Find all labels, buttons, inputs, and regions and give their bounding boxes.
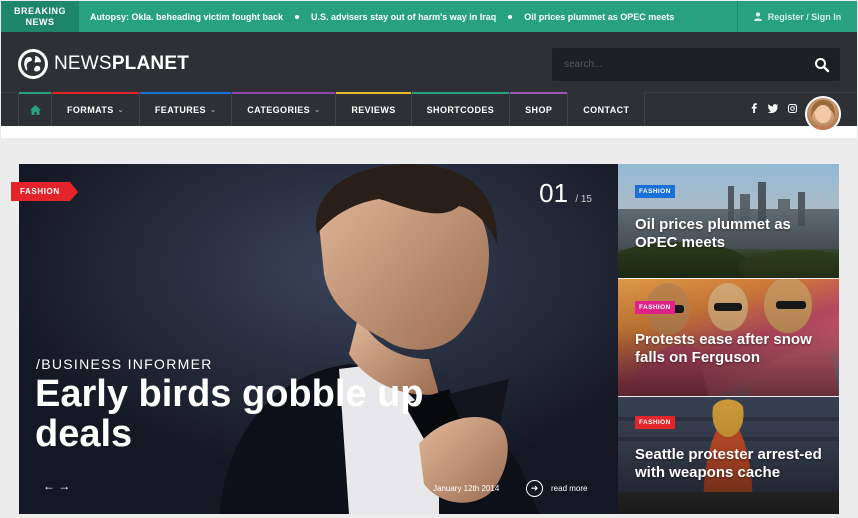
breaking-news-bar: BREAKING NEWS Autopsy: Okla. beheading vi… [1, 1, 857, 32]
ticker-item[interactable]: Oil prices plummet as OPEC meets [524, 12, 674, 22]
nav-reviews[interactable]: REVIEWS [335, 92, 411, 126]
nav-formats[interactable]: FORMATS ⌄ [51, 92, 139, 126]
site-header: NEWSPLANET [1, 32, 857, 92]
nav-label: CONTACT [583, 104, 630, 115]
ticker-separator [508, 14, 513, 19]
chevron-down-icon: ⌄ [117, 106, 124, 114]
nav-accent-bar [232, 92, 336, 94]
nav-features[interactable]: FEATURES ⌄ [138, 92, 232, 126]
breaking-label-line2: NEWS [25, 16, 55, 27]
slide-category-tag[interactable]: FASHION [11, 182, 78, 201]
side-story[interactable]: FASHION Oil prices plummet as OPEC meets [618, 164, 839, 278]
nav-accent-bar [52, 92, 139, 94]
social-links [751, 103, 797, 113]
logo-text-light: NEWS [54, 53, 112, 74]
nav-shop[interactable]: SHOP [509, 92, 568, 126]
chevron-down-icon: ⌄ [314, 106, 321, 114]
slide-category[interactable]: /BUSINESS INFORMER [36, 356, 213, 372]
nav-accent-bar [139, 92, 232, 94]
ticker-separator [295, 14, 300, 19]
arrow-right-icon: ➜ [526, 480, 543, 497]
nav-label: FORMATS [67, 104, 114, 115]
side-story-title[interactable]: Protests ease after snow falls on Fergus… [635, 331, 835, 367]
logo-text-bold: PLANET [111, 53, 190, 74]
search-box [552, 48, 840, 81]
featured-image [19, 164, 618, 514]
nav-label: REVIEWS [351, 104, 396, 115]
side-story-tag[interactable]: FASHION [635, 301, 675, 314]
side-story-title[interactable]: Oil prices plummet as OPEC meets [635, 216, 835, 252]
twitter-icon[interactable] [767, 103, 778, 113]
nav-accent-bar [510, 92, 568, 94]
side-story-title[interactable]: Seattle protester arrest-ed with weapons… [635, 446, 835, 482]
nav-subbar [1, 126, 857, 138]
nav-home[interactable] [18, 92, 51, 126]
nav-label: SHORTCODES [426, 104, 495, 115]
site-logo[interactable]: NEWSPLANET [18, 49, 189, 79]
nav-accent-bar [336, 92, 411, 94]
main-navigation: FORMATS ⌄ FEATURES ⌄ CATEGORIES ⌄ REVIEWS S… [1, 92, 857, 132]
home-icon [29, 104, 41, 115]
ticker-item[interactable]: U.S. advisers stay out of harm's way in … [311, 12, 496, 22]
nav-accent-bar [411, 92, 510, 94]
nav-label: FEATURES [154, 104, 206, 115]
nav-label: CATEGORIES [247, 104, 311, 115]
slide-counter-current: 01 [539, 178, 569, 208]
slide-counter-total: / 15 [575, 194, 592, 205]
nav-accent-bar [19, 92, 51, 94]
read-more-label: read more [551, 484, 588, 493]
nav-categories[interactable]: CATEGORIES ⌄ [231, 92, 336, 126]
side-story[interactable]: FASHION Protests ease after snow falls o… [618, 279, 839, 396]
nav-label: SHOP [525, 104, 553, 115]
side-story[interactable]: FASHION Seattle protester arrest-ed with… [618, 397, 839, 514]
user-avatar[interactable] [805, 96, 841, 132]
chevron-down-icon: ⌄ [209, 106, 217, 114]
instagram-icon[interactable] [788, 103, 797, 113]
globe-icon [18, 49, 48, 79]
user-icon [753, 12, 762, 21]
facebook-icon[interactable] [751, 103, 757, 113]
search-icon[interactable] [814, 57, 830, 73]
breaking-news-label: BREAKING NEWS [1, 1, 79, 32]
news-ticker: Autopsy: Okla. beheading victim fought b… [90, 12, 674, 22]
avatar-portrait [810, 100, 836, 130]
ticker-item[interactable]: Autopsy: Okla. beheading victim fought b… [90, 12, 283, 22]
side-story-tag[interactable]: FASHION [635, 185, 675, 198]
breaking-label-line1: BREAKING [13, 5, 66, 16]
search-input[interactable] [552, 48, 802, 81]
nav-shortcodes[interactable]: SHORTCODES [410, 92, 510, 126]
register-signin-link[interactable]: Register / Sign In [737, 1, 857, 32]
read-more-link[interactable]: ➜ read more [526, 480, 587, 497]
nav-contact[interactable]: CONTACT [567, 92, 646, 126]
slide-date: January 12th 2014 [433, 484, 500, 493]
slide-headline[interactable]: Early birds gobble up deals [35, 374, 435, 454]
logo-wordmark: NEWSPLANET [54, 53, 189, 75]
slide-counter: 01 / 15 [539, 178, 592, 209]
nav-accent-bar [568, 92, 645, 94]
side-story-tag[interactable]: FASHION [635, 416, 675, 429]
register-signin-label: Register / Sign In [767, 11, 842, 22]
featured-slider[interactable]: 01 / 15 /BUSINESS INFORMER Early birds g… [19, 164, 618, 514]
slide-arrows[interactable]: ← → [43, 479, 70, 493]
